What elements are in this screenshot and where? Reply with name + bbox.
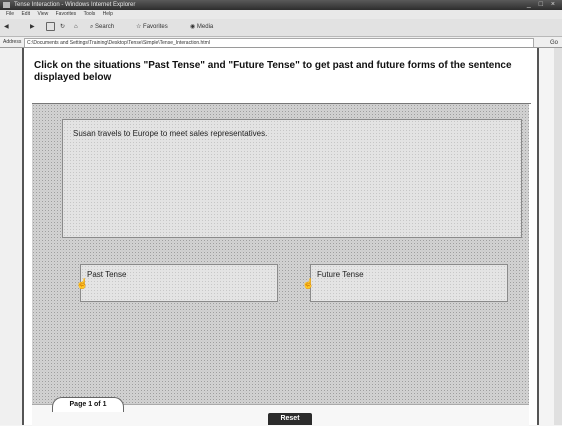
address-bar: Address C:\Documents and Settings\Traini…: [0, 37, 562, 48]
pointer-hand-icon: ☝: [302, 279, 315, 290]
future-tense-button[interactable]: Future Tense: [310, 264, 508, 302]
address-input[interactable]: C:\Documents and Settings\Training\Deskt…: [24, 38, 534, 47]
left-margin: [0, 48, 22, 425]
menu-tools[interactable]: Tools: [84, 11, 96, 17]
instruction-text: Click on the situations "Past Tense" and…: [34, 60, 512, 83]
favorites-button-label: Favorites: [143, 24, 168, 30]
sentence-display: Susan travels to Europe to meet sales re…: [62, 119, 522, 238]
media-button-label: Media: [196, 24, 214, 30]
back-icon[interactable]: ◀: [4, 22, 9, 32]
interaction-stage: Susan travels to Europe to meet sales re…: [32, 104, 529, 404]
forward-icon[interactable]: ▶: [30, 22, 35, 32]
go-button[interactable]: Go: [550, 38, 558, 47]
menu-favorites[interactable]: Favorites: [56, 11, 77, 17]
window-controls[interactable]: _ □ ×: [527, 0, 558, 10]
pointer-hand-icon: ☝: [76, 279, 89, 290]
menu-edit[interactable]: Edit: [21, 11, 30, 17]
search-button-label: Search: [95, 24, 115, 30]
future-tense-label: Future Tense: [317, 270, 364, 279]
toolbar: ◀ ▶ ↻ ⌂ ⌕ Search ☆ Favorites ◉ Media: [0, 19, 562, 37]
media-button[interactable]: ◉ Media: [190, 22, 213, 32]
window-titlebar: Tense Interaction - Windows Internet Exp…: [0, 0, 562, 10]
lesson-content: Click on the situations "Past Tense" and…: [22, 48, 539, 426]
menu-help[interactable]: Help: [103, 11, 113, 17]
past-tense-label: Past Tense: [87, 270, 127, 279]
vertical-scrollbar[interactable]: [554, 48, 562, 425]
window-title: Tense Interaction - Windows Internet Exp…: [14, 2, 136, 8]
menu-bar: File Edit View Favorites Tools Help: [0, 10, 562, 19]
past-tense-button[interactable]: Past Tense: [80, 264, 278, 302]
address-label: Address: [3, 39, 22, 45]
page-footer: Page 1 of 1 Reset: [32, 397, 529, 426]
sentence-text: Susan travels to Europe to meet sales re…: [73, 129, 268, 138]
stop-icon[interactable]: [46, 22, 55, 32]
home-icon[interactable]: ⌂: [74, 22, 78, 32]
reset-button[interactable]: Reset: [268, 413, 312, 425]
search-icon[interactable]: ⌕ Search: [90, 22, 114, 32]
page-indicator: Page 1 of 1: [52, 397, 124, 412]
refresh-icon[interactable]: ↻: [60, 22, 65, 32]
favorites-button[interactable]: ☆ Favorites: [136, 22, 168, 32]
menu-file[interactable]: File: [6, 11, 14, 17]
app-icon: [3, 2, 10, 8]
menu-view[interactable]: View: [37, 11, 48, 17]
